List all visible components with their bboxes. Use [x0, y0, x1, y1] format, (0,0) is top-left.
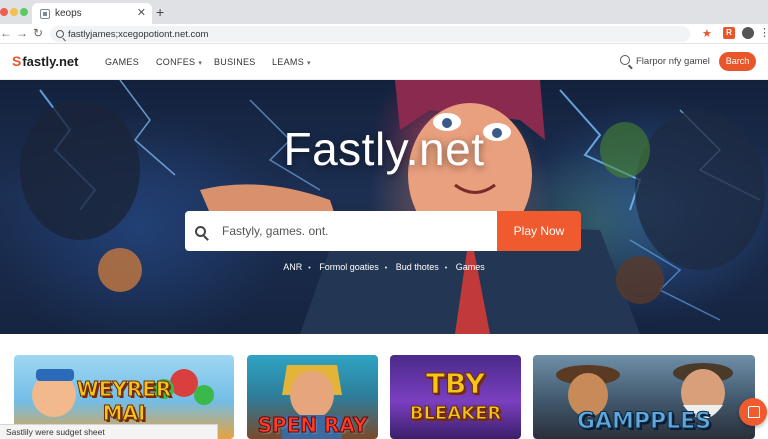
nav-link-confes[interactable]: CONFES ▾	[156, 57, 202, 67]
search-icon	[195, 225, 206, 237]
logo-mark-icon: S	[12, 53, 22, 69]
browser-tab[interactable]: keops ✕	[32, 3, 152, 24]
tag-separator: •	[384, 265, 388, 272]
window-maximize-dot[interactable]	[20, 8, 28, 16]
nav-link-busines[interactable]: BUSINES	[214, 57, 256, 67]
hero-tag[interactable]: ANR	[283, 262, 302, 272]
header-cta-button[interactable]: Barch	[719, 52, 756, 71]
search-icon[interactable]	[620, 55, 630, 65]
nav-link-games[interactable]: GAMES	[105, 57, 139, 67]
extension-icon[interactable]: R	[723, 27, 735, 39]
floating-home-button[interactable]	[739, 398, 767, 426]
browser-menu-icon[interactable]: ⋮	[759, 26, 768, 39]
header-search-label[interactable]: Flarpor nfy gamel	[636, 56, 710, 67]
back-arrow-icon[interactable]: ←	[0, 26, 12, 40]
tab-title: keops	[55, 8, 82, 19]
browser-tab-bar: keops ✕ +	[0, 0, 768, 24]
window-close-dot[interactable]	[0, 8, 8, 16]
game-card[interactable]: TBY BLEAKER	[390, 355, 521, 439]
bookmark-star-icon[interactable]: ★	[702, 27, 712, 40]
profile-avatar-icon[interactable]	[742, 27, 754, 39]
hero-banner: Fastly.net Fastyly, games. ont. Play Now…	[0, 80, 768, 334]
search-placeholder: Fastyly, games. ont.	[222, 224, 329, 238]
chevron-down-icon: ▾	[198, 60, 203, 67]
game-card[interactable]: SPEN RAY	[247, 355, 378, 439]
tag-separator: •	[444, 265, 448, 272]
hero-tag[interactable]: Bud thotes	[396, 262, 439, 272]
nav-link-label: CONFES	[156, 57, 196, 67]
tab-favicon-icon	[40, 8, 50, 19]
game-card-subtitle: MAI	[102, 401, 146, 426]
play-now-button[interactable]: Play Now	[497, 211, 581, 251]
tab-close-icon[interactable]: ✕	[137, 6, 146, 19]
new-tab-button[interactable]: +	[156, 4, 164, 20]
hero-title: Fastly.net	[283, 123, 485, 175]
game-card-title: TBY	[425, 367, 486, 401]
browser-toolbar: ← → ↻ fastlyjames;xcegopotiont.net.com ★…	[0, 24, 768, 44]
hero-tags: ANR • Formol goaties • Bud thotes • Games	[0, 262, 768, 272]
hero-artwork	[20, 80, 765, 334]
game-card-title: WEYRER	[76, 377, 172, 402]
logo-text: fastly.net	[22, 53, 79, 69]
hero-tag[interactable]: Games	[456, 262, 485, 272]
nav-link-leams[interactable]: LEAMS ▾	[272, 57, 311, 67]
game-card-subtitle: BLEAKER	[409, 403, 502, 425]
reload-icon[interactable]: ↻	[33, 26, 43, 40]
address-bar[interactable]: fastlyjames;xcegopotiont.net.com	[50, 26, 690, 42]
hero-tag[interactable]: Formol goaties	[319, 262, 379, 272]
site-logo[interactable]: S fastly.net	[12, 53, 78, 69]
site-header: S fastly.net GAMES CONFES ▾ BUSINES LEAMS…	[0, 44, 768, 80]
chevron-down-icon: ▾	[307, 60, 311, 67]
address-text: fastlyjames;xcegopotiont.net.com	[68, 28, 209, 40]
forward-arrow-icon[interactable]: →	[16, 26, 28, 40]
game-card-title: GAMPPLES	[576, 409, 712, 435]
search-icon	[56, 30, 64, 38]
tag-separator: •	[308, 265, 311, 272]
status-bar-url: Sastlily were sudget sheet	[0, 424, 218, 439]
window-minimize-dot[interactable]	[10, 8, 18, 16]
game-card-title: SPEN RAY	[257, 413, 368, 438]
game-card[interactable]: GAMPPLES	[533, 355, 755, 439]
hero-search-input[interactable]: Fastyly, games. ont.	[185, 211, 497, 251]
nav-link-label: LEAMS	[272, 57, 305, 67]
